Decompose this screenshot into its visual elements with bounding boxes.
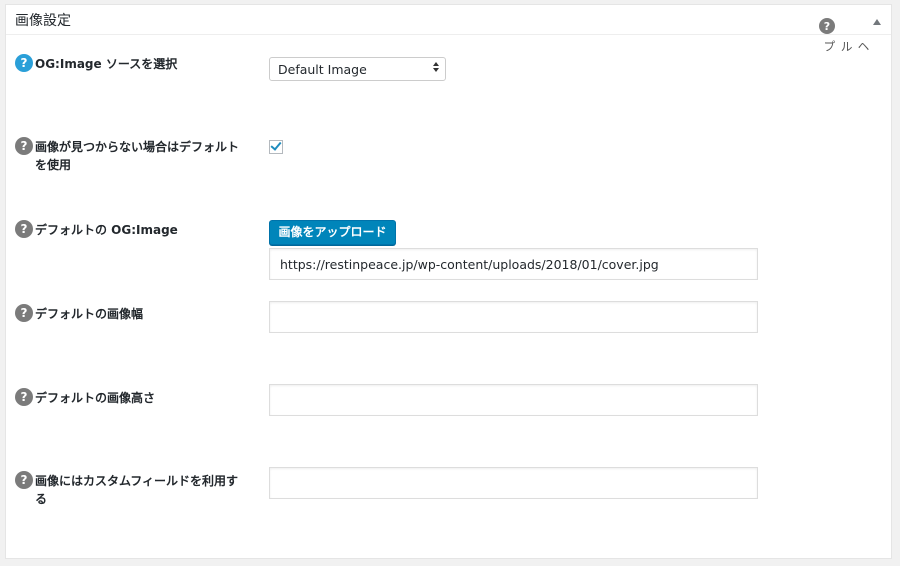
- triangle-up-icon[interactable]: [873, 19, 881, 25]
- field-label-default-image: デフォルトの OG:Image: [35, 223, 178, 237]
- default-image-url-input[interactable]: https://restinpeace.jp/wp-content/upload…: [269, 248, 758, 280]
- select-arrows-icon: [433, 62, 440, 72]
- checkmark-icon: [270, 139, 282, 151]
- field-row-fallback: ? 画像が見つからない場合はデフォルトを使用: [15, 137, 455, 177]
- upload-image-button[interactable]: 画像をアップロード: [269, 220, 396, 245]
- field-label-custom-field: 画像にはカスタムフィールドを利用する: [35, 474, 239, 506]
- panel-header[interactable]: 画像設定: [6, 5, 891, 35]
- custom-field-input[interactable]: [269, 467, 758, 499]
- question-icon[interactable]: ?: [15, 220, 33, 238]
- field-row-custom-field: ? 画像にはカスタムフィールドを利用する: [15, 467, 765, 511]
- help-label[interactable]: ヘルプ: [821, 40, 872, 53]
- field-label-source: OG:Image ソースを選択: [35, 57, 178, 71]
- question-icon[interactable]: ?: [15, 54, 33, 72]
- image-settings-panel: 画像設定 ? ヘルプ ? OG:Image ソースを選択 Default Ima…: [5, 4, 892, 559]
- field-label-fallback: 画像が見つからない場合はデフォルトを使用: [35, 140, 240, 172]
- question-icon[interactable]: ?: [15, 304, 33, 322]
- field-label-height: デフォルトの画像高さ: [35, 391, 156, 405]
- fallback-checkbox[interactable]: [269, 139, 283, 154]
- question-icon[interactable]: ?: [15, 137, 33, 155]
- panel-title: 画像設定: [15, 13, 71, 29]
- field-row-source: ? OG:Image ソースを選択 Default Image: [15, 54, 455, 84]
- field-label-width: デフォルトの画像幅: [35, 307, 144, 321]
- field-row-default-image: ? デフォルトの OG:Image 画像をアップロード https://rest…: [15, 220, 765, 280]
- image-width-input[interactable]: [269, 301, 758, 333]
- default-image-url-value: https://restinpeace.jp/wp-content/upload…: [280, 257, 659, 272]
- field-row-width: ? デフォルトの画像幅: [15, 301, 765, 338]
- field-row-height: ? デフォルトの画像高さ: [15, 384, 765, 422]
- image-height-input[interactable]: [269, 384, 758, 416]
- question-icon[interactable]: ?: [819, 18, 835, 34]
- question-icon[interactable]: ?: [15, 388, 33, 406]
- source-select[interactable]: Default Image: [269, 57, 446, 81]
- question-icon[interactable]: ?: [15, 471, 33, 489]
- source-select-value: Default Image: [278, 62, 367, 77]
